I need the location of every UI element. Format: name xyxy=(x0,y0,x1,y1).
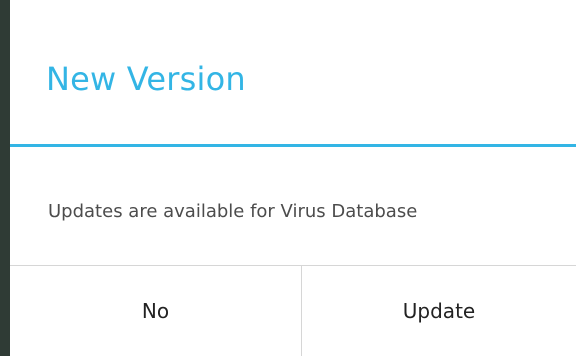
dialog-button-bar: No Update xyxy=(10,266,576,356)
dialog-message-area: Updates are available for Virus Database xyxy=(10,147,576,265)
dialog-title-area: New Version xyxy=(10,0,576,146)
update-button[interactable]: Update xyxy=(302,266,576,356)
no-button[interactable]: No xyxy=(10,266,301,356)
dialog-message: Updates are available for Virus Database xyxy=(48,201,418,222)
update-dialog: New Version Updates are available for Vi… xyxy=(10,0,576,356)
dialog-title: New Version xyxy=(46,60,246,98)
